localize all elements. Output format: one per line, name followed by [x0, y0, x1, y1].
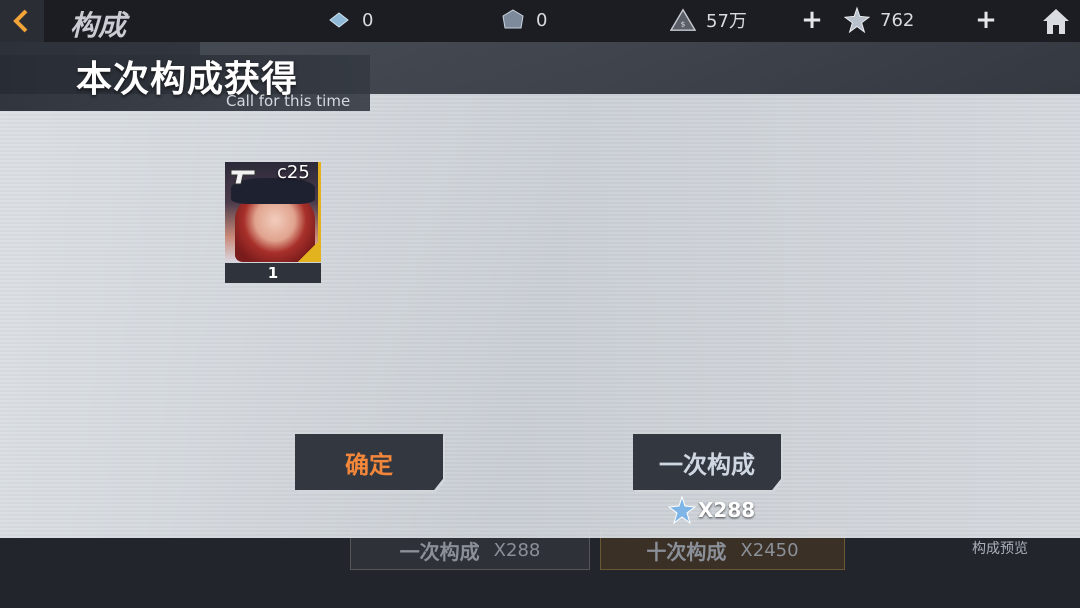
- resource-crystal-value: 0: [362, 9, 374, 31]
- resource-mech-gem-value: 0: [536, 9, 548, 31]
- resource-star-crystal: 762: [844, 6, 914, 34]
- reward-card[interactable]: c25 1: [225, 162, 321, 283]
- reward-count: 1: [225, 263, 321, 283]
- preview-label: 构成预览: [972, 541, 1028, 557]
- resource-coin-value: 57万: [706, 11, 747, 32]
- add-coin-button[interactable]: +: [798, 6, 826, 34]
- result-overlay: [0, 94, 1080, 538]
- resource-star-crystal-value: 762: [880, 9, 915, 31]
- home-icon: [1043, 9, 1069, 34]
- bottom-ten-cost: X2450: [740, 539, 799, 561]
- result-subtitle: Call for this time: [226, 92, 351, 110]
- home-button[interactable]: [1036, 2, 1076, 40]
- reward-label: c25: [277, 162, 310, 183]
- bottom-ten-label: 十次构成: [646, 539, 727, 564]
- add-star-crystal-button[interactable]: +: [972, 6, 1000, 34]
- star-crystal-icon: [844, 6, 870, 34]
- summon-once-cost: X288: [668, 496, 755, 524]
- page-title: 构成: [70, 9, 127, 42]
- back-button[interactable]: [0, 0, 44, 42]
- back-arrow-icon: [13, 9, 28, 33]
- resource-crystal: 0: [326, 6, 373, 34]
- top-bar: 构成 0 0 $ 57万 + 762 +: [0, 0, 1080, 42]
- bottom-once-cost: X288: [493, 539, 541, 561]
- crystal-icon: [326, 7, 352, 33]
- resource-coin: $ 57万: [670, 6, 747, 34]
- pistol-icon: [230, 169, 256, 185]
- coin-pile-icon: $: [670, 7, 696, 33]
- summon-once-cost-value: X288: [698, 498, 756, 522]
- character-portrait: c25: [225, 162, 321, 262]
- resource-mech-gem: 0: [500, 6, 547, 34]
- star-crystal-icon: [668, 496, 696, 524]
- mech-gem-icon: [500, 7, 526, 33]
- bottom-once-label: 一次构成: [399, 539, 480, 564]
- svg-text:$: $: [681, 20, 686, 29]
- summon-once-button[interactable]: 一次构成: [633, 434, 781, 490]
- confirm-button[interactable]: 确定: [295, 434, 443, 490]
